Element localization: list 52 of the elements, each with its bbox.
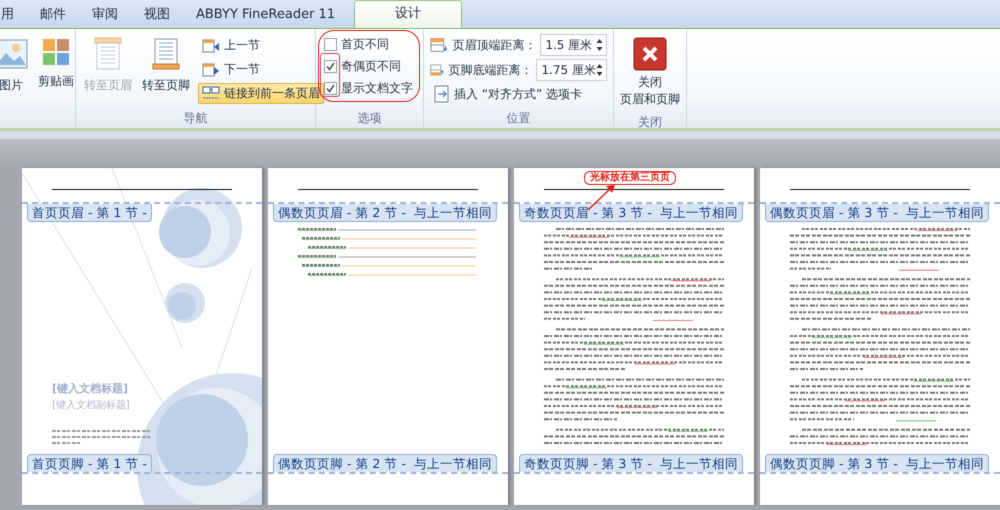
- check-icon: [326, 84, 335, 92]
- header-label: 偶数页页眉 - 第 2 节 - 与上一节相同: [273, 204, 497, 222]
- ribbon-tab[interactable]: 审阅: [79, 1, 131, 28]
- section-arrow-icon: [202, 62, 220, 78]
- group-label: 选项: [356, 110, 382, 127]
- clipart-icon: [41, 37, 71, 67]
- ribbon-tab[interactable]: 视图: [131, 1, 183, 28]
- ribbon-button[interactable]: 插入 “对齐方式” 选项卡: [430, 83, 607, 105]
- section-arrow-icon: [202, 38, 220, 54]
- header-position-icon: [430, 37, 448, 53]
- page-icon: [93, 37, 123, 71]
- ribbon-button[interactable]: 转至页脚: [140, 33, 192, 108]
- ribbon-button[interactable]: 上一节: [198, 35, 324, 56]
- footer-label: 偶数页页脚 - 第 2 节 - 与上一节相同: [273, 454, 497, 472]
- spinner-field[interactable]: 1.5 厘米: [540, 34, 607, 56]
- checkbox[interactable]: 奇偶页不同: [324, 55, 417, 77]
- ribbon-button[interactable]: 下一节: [198, 59, 324, 80]
- close-icon: [633, 37, 667, 71]
- footer-label: 奇数页页脚 - 第 3 节 - 与上一节相同: [519, 454, 743, 472]
- ribbon-tab[interactable]: 用: [0, 1, 27, 28]
- header-label: 首页页眉 - 第 1 节 -: [27, 204, 152, 222]
- link-pages-icon: [202, 86, 220, 102]
- check-icon: [326, 62, 335, 70]
- page-icon: [151, 37, 181, 71]
- header-label: 奇数页页眉 - 第 3 节 - 与上一节相同: [519, 204, 743, 222]
- ribbon-tab[interactable]: 设计: [354, 0, 462, 28]
- ribbon-button[interactable]: 剪贴画: [36, 33, 76, 128]
- callout-note: 光标放在第三页页: [584, 171, 676, 185]
- group-label: 导航: [182, 110, 208, 127]
- header-label: 偶数页页眉 - 第 3 节 - 与上一节相同: [765, 204, 989, 222]
- document-title: [键入文档标题]: [52, 381, 130, 396]
- ribbon-tab[interactable]: ABBYY FineReader 11: [183, 1, 348, 28]
- spin-arrows-icon: [596, 38, 603, 52]
- footer-position-icon: [430, 62, 444, 78]
- checkbox[interactable]: 显示文档文字: [324, 77, 417, 99]
- field-label: 页眉顶端距离：: [452, 36, 536, 54]
- insert-tab-icon: [434, 85, 450, 103]
- annotation-rectangle: [320, 53, 340, 97]
- ribbon-tab[interactable]: 邮件: [27, 1, 79, 28]
- footer-label: 偶数页页脚 - 第 3 节 - 与上一节相同: [765, 454, 989, 472]
- picture-icon: [0, 37, 28, 71]
- field-label: 页脚底端距离：: [448, 62, 532, 78]
- group-label: 位置: [506, 110, 532, 127]
- spin-arrows-icon: [596, 63, 603, 77]
- close-button[interactable]: 关闭 页眉和页脚: [618, 33, 682, 112]
- footer-label: 首页页脚 - 第 1 节 -: [27, 454, 152, 472]
- checkbox[interactable]: 首页不同: [324, 33, 417, 55]
- spinner-field[interactable]: 1.75 厘米: [536, 59, 607, 81]
- ribbon-button[interactable]: 链接到前一条页眉: [198, 83, 324, 104]
- ribbon-button[interactable]: 图片: [0, 33, 30, 128]
- group-label: 关闭: [637, 114, 663, 131]
- document-subtitle: [键入文档副标题]: [52, 398, 131, 412]
